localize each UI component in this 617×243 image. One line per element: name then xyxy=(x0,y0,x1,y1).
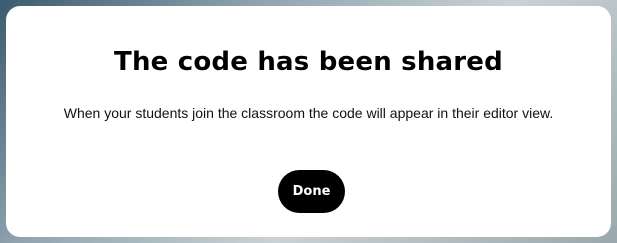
backdrop: The code has been shared When your stude… xyxy=(0,0,617,243)
done-button[interactable]: Done xyxy=(278,170,345,213)
share-confirmation-dialog: The code has been shared When your stude… xyxy=(6,6,611,237)
dialog-message: When your students join the classroom th… xyxy=(63,105,554,121)
dialog-title: The code has been shared xyxy=(114,47,503,77)
